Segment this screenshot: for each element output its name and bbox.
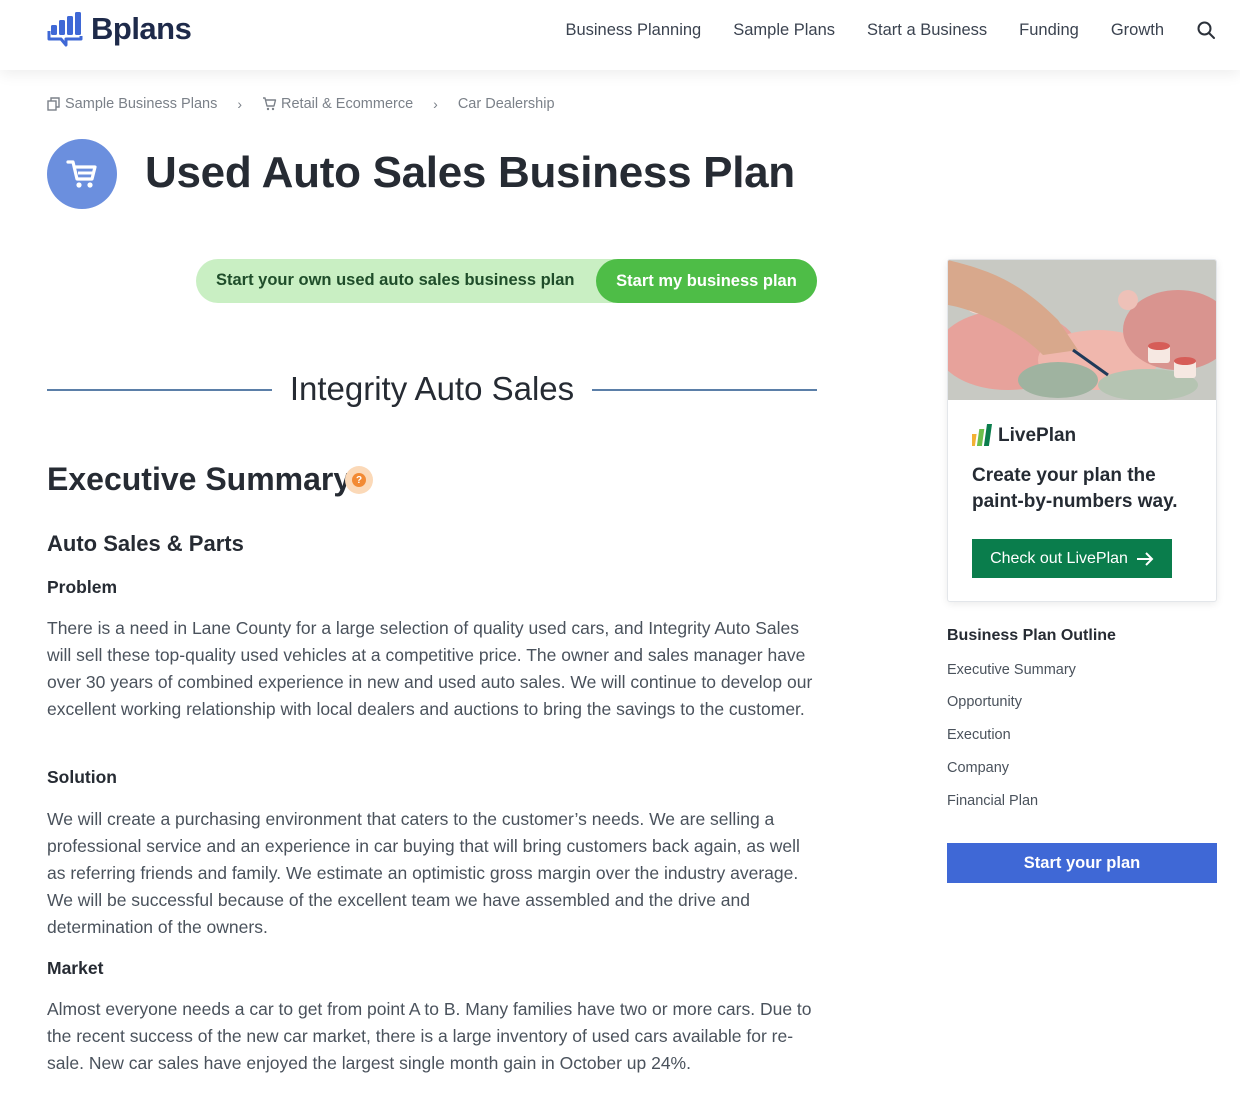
nav-business-planning[interactable]: Business Planning — [565, 21, 701, 40]
breadcrumb-label: Retail & Ecommerce — [281, 96, 414, 112]
divider-line — [47, 389, 272, 391]
logo-text: Bplans — [91, 11, 192, 46]
outline-executive-summary[interactable]: Executive Summary — [947, 662, 1076, 678]
search-icon[interactable] — [1196, 20, 1216, 40]
breadcrumb-retail-ecommerce[interactable]: Retail & Ecommerce — [262, 96, 413, 112]
problem-text: There is a need in Lane County for a lar… — [47, 618, 813, 719]
outline-company[interactable]: Company — [947, 760, 1009, 776]
outline-financial-plan[interactable]: Financial Plan — [947, 793, 1038, 809]
breadcrumb-car-dealership[interactable]: Car Dealership — [458, 96, 555, 112]
problem-heading: Problem — [47, 577, 118, 597]
liveplan-brand: LivePlan — [998, 425, 1077, 446]
company-name: Integrity Auto Sales — [289, 370, 575, 407]
breadcrumb: Sample Business Plans › Retail & Ecommer… — [47, 96, 555, 112]
nav-growth[interactable]: Growth — [1111, 21, 1164, 40]
solution-heading: Solution — [47, 767, 117, 787]
cta-prompt: Start your own used auto sales business … — [216, 271, 575, 289]
ad-button-label: Check out LivePlan — [990, 549, 1128, 567]
cart-icon — [263, 97, 277, 111]
outline-execution[interactable]: Execution — [947, 727, 1011, 743]
start-your-plan-button[interactable]: Start your plan — [947, 843, 1217, 883]
breadcrumb-sample-business-plans[interactable]: Sample Business Plans — [47, 96, 217, 112]
chevron-right-icon: › — [237, 96, 242, 112]
liveplan-logo-icon — [972, 424, 992, 446]
nav-sample-plans[interactable]: Sample Plans — [733, 21, 835, 40]
site-header: Bplans Business Planning Sample Plans St… — [0, 0, 1240, 70]
ad-headline: Create your plan the paint-by-numbers wa… — [972, 465, 1178, 512]
liveplan-logo: LivePlan — [972, 424, 1076, 448]
breadcrumb-label: Sample Business Plans — [65, 96, 218, 112]
market-heading: Market — [47, 958, 104, 978]
shopping-cart-icon — [47, 139, 117, 209]
start-my-business-plan-button[interactable]: Start my business plan — [596, 259, 817, 303]
divider-line — [592, 389, 817, 391]
main-nav: Business Planning Sample Plans Start a B… — [533, 0, 1216, 60]
breadcrumb-label: Car Dealership — [457, 96, 555, 112]
bplans-logo[interactable]: Bplans — [47, 11, 192, 47]
documents-icon — [47, 97, 60, 111]
painting-image — [948, 260, 1216, 400]
nav-funding[interactable]: Funding — [1019, 21, 1079, 40]
page-title: Used Auto Sales Business Plan — [145, 148, 795, 197]
market-text: Almost everyone needs a car to get from … — [47, 999, 812, 1073]
section-subheading: Auto Sales & Parts — [47, 531, 244, 556]
check-out-liveplan-button[interactable]: Check out LivePlan — [972, 539, 1172, 578]
chevron-right-icon: › — [433, 96, 438, 112]
liveplan-ad[interactable]: LivePlan Create your plan the paint-by-n… — [947, 259, 1217, 602]
executive-summary-heading: Executive Summary — [47, 461, 352, 497]
nav-start-a-business[interactable]: Start a Business — [867, 21, 987, 40]
help-icon[interactable]: ? — [345, 466, 373, 494]
bplans-logo-icon — [47, 12, 83, 47]
arrow-right-icon — [1136, 551, 1154, 566]
help-badge-label: ? — [352, 473, 366, 487]
cta-banner: Start your own used auto sales business … — [196, 259, 817, 303]
outline-title: Business Plan Outline — [947, 627, 1116, 644]
solution-text: We will create a purchasing environment … — [47, 809, 800, 937]
outline-opportunity[interactable]: Opportunity — [947, 694, 1022, 710]
